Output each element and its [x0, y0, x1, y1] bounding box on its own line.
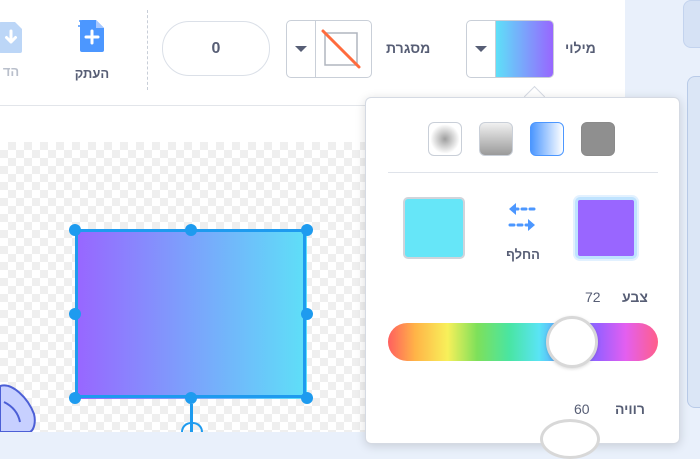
hue-value: 72	[585, 289, 601, 305]
copy-label: העתק	[74, 66, 110, 81]
resize-handle-bottom-left[interactable]	[69, 392, 81, 404]
side-tab-top[interactable]	[683, 0, 700, 48]
swap-label: החלף	[506, 247, 540, 262]
swap-icon[interactable]	[504, 200, 540, 234]
saturation-value: 60	[574, 401, 590, 417]
resize-handle-top-left[interactable]	[69, 224, 81, 236]
side-tab-panel[interactable]	[687, 76, 700, 408]
resize-handle-left[interactable]	[69, 308, 81, 320]
fill-label: מילוי	[565, 40, 596, 56]
sprite-fragment	[0, 384, 36, 432]
resize-handle-top-right[interactable]	[301, 224, 313, 236]
paste-label: הד	[2, 64, 20, 79]
saturation-slider-handle[interactable]	[540, 419, 600, 459]
copy-icon	[78, 20, 104, 52]
chevron-down-icon	[467, 21, 496, 77]
resize-handle-right[interactable]	[301, 308, 313, 320]
horizontal-gradient-mode-button[interactable]	[530, 122, 564, 156]
solid-fill-mode-button[interactable]	[581, 122, 615, 156]
popover-divider	[388, 172, 658, 173]
vertical-gradient-mode-button[interactable]	[479, 122, 513, 156]
second-color-swatch[interactable]	[403, 197, 465, 259]
paste-button[interactable]: הד	[0, 20, 26, 79]
chevron-down-icon	[287, 21, 316, 77]
first-color-swatch[interactable]	[575, 197, 637, 259]
outline-width-input[interactable]: 0	[162, 21, 270, 76]
outline-color-dropdown[interactable]	[286, 20, 372, 78]
resize-handle-bottom-right[interactable]	[301, 392, 313, 404]
toolbar-separator	[147, 10, 148, 90]
resize-handle-top[interactable]	[185, 224, 197, 236]
hue-slider-handle[interactable]	[546, 316, 598, 368]
outline-label: מסגרת	[386, 40, 431, 56]
fill-color-popover	[365, 97, 680, 444]
hue-slider-track[interactable]	[388, 323, 658, 361]
resize-handle-bottom[interactable]	[185, 392, 197, 404]
saturation-label: רוויה	[615, 401, 645, 417]
no-color-icon	[321, 29, 361, 69]
fill-color-swatch	[496, 21, 553, 77]
copy-button[interactable]: העתק	[62, 18, 122, 81]
paste-icon	[0, 22, 22, 53]
hue-label: צבע	[622, 289, 648, 305]
fill-color-dropdown[interactable]	[466, 20, 554, 78]
selection-box	[75, 229, 306, 398]
radial-gradient-mode-button[interactable]	[428, 122, 462, 156]
